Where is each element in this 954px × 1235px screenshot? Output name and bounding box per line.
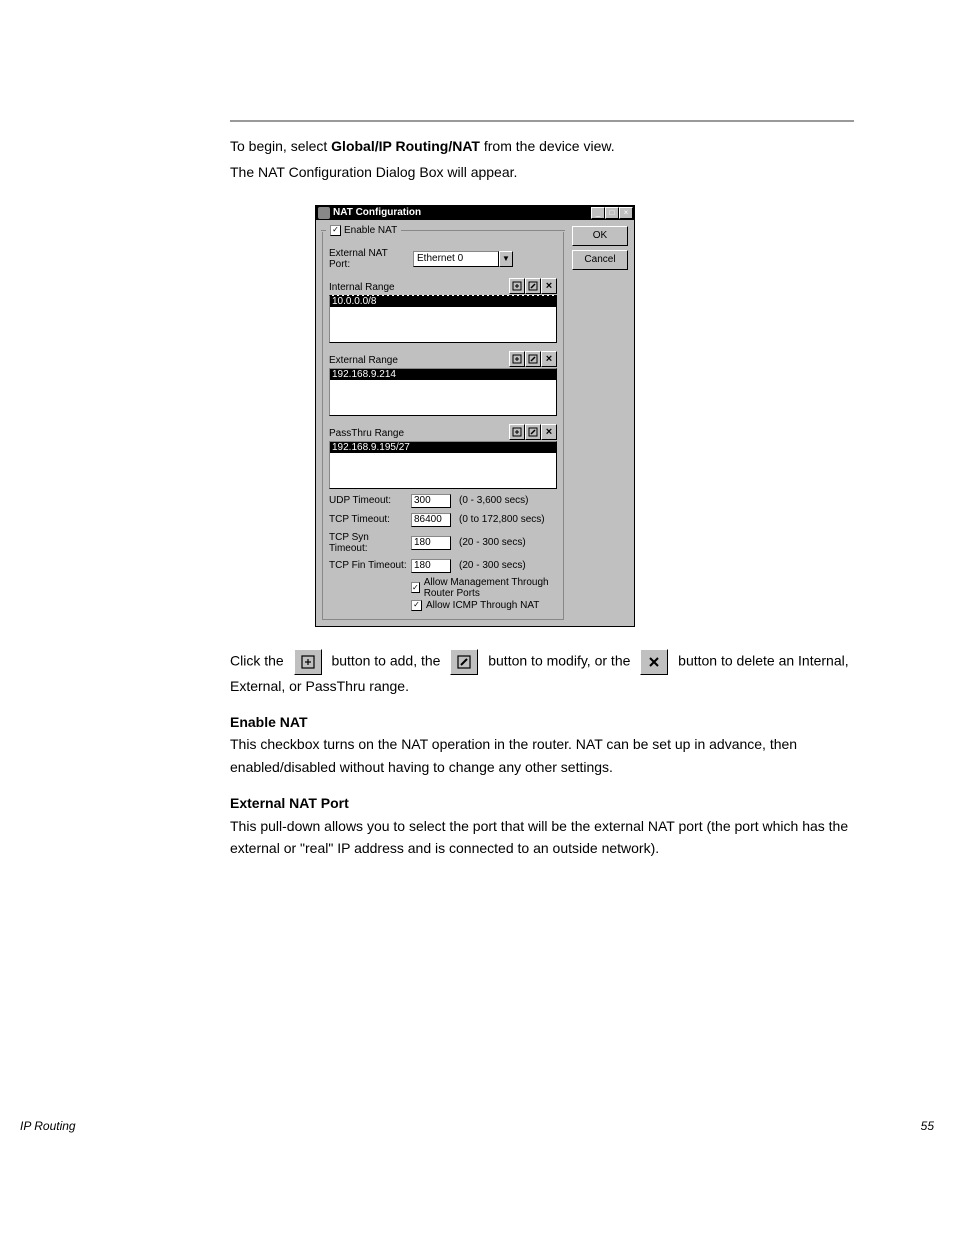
internal-add-button[interactable]	[509, 278, 525, 294]
tcp-syn-timeout-input[interactable]	[411, 536, 451, 550]
tcp-fin-timeout-input[interactable]	[411, 559, 451, 573]
passthru-range-list[interactable]: 192.168.9.195/27	[329, 441, 557, 489]
external-port-select[interactable]: Ethernet 0 ▼	[413, 251, 513, 267]
tcp-timeout-input[interactable]	[411, 513, 451, 527]
udp-timeout-input[interactable]	[411, 494, 451, 508]
intro-prefix: To begin, select	[230, 138, 331, 154]
external-port-label: External NAT Port:	[329, 248, 409, 270]
footer-section: IP Routing	[20, 1119, 76, 1133]
passthru-delete-button[interactable]: ×	[541, 424, 557, 440]
maximize-icon[interactable]: □	[605, 207, 619, 219]
modify-icon	[450, 649, 478, 675]
allow-icmp-checkbox[interactable]: ✓	[411, 600, 422, 611]
ok-button[interactable]: OK	[572, 226, 628, 246]
dialog-titlebar: NAT Configuration _ □ ×	[316, 206, 634, 220]
external-port-paragraph: External NAT Port This pull-down allows …	[230, 792, 854, 859]
external-range-label: External Range	[329, 355, 509, 367]
intro-menu-path: Global/IP Routing/NAT	[331, 138, 480, 154]
cancel-button[interactable]: Cancel	[572, 250, 628, 270]
tcp-fin-timeout-hint: (20 - 300 secs)	[459, 560, 526, 571]
allow-mgmt-checkbox[interactable]: ✓	[411, 582, 420, 593]
udp-timeout-label: UDP Timeout:	[329, 495, 407, 506]
footer-page-number: 55	[921, 1119, 934, 1133]
allow-mgmt-label: Allow Management Through Router Ports	[424, 577, 557, 599]
internal-modify-button[interactable]	[525, 278, 541, 294]
chevron-down-icon[interactable]: ▼	[499, 251, 513, 267]
udp-timeout-hint: (0 - 3,600 secs)	[459, 495, 528, 506]
passthru-modify-button[interactable]	[525, 424, 541, 440]
intro-line2: The NAT Configuration Dialog Box will ap…	[230, 162, 854, 182]
minimize-icon[interactable]: _	[591, 207, 605, 219]
tcp-timeout-hint: (0 to 172,800 secs)	[459, 514, 545, 525]
tcp-fin-timeout-label: TCP Fin Timeout:	[329, 560, 407, 571]
list-item[interactable]: 10.0.0.0/8	[330, 296, 556, 307]
allow-icmp-label: Allow ICMP Through NAT	[426, 600, 539, 611]
enable-nat-paragraph: Enable NAT This checkbox turns on the NA…	[230, 711, 854, 778]
intro-suffix: from the device view.	[480, 138, 615, 154]
dialog-title: NAT Configuration	[333, 207, 591, 218]
internal-range-label: Internal Range	[329, 282, 509, 294]
enable-nat-label: Enable NAT	[344, 225, 397, 236]
external-range-list[interactable]: 192.168.9.214	[329, 368, 557, 416]
nat-config-dialog: NAT Configuration _ □ × ✓ Enable NAT	[315, 205, 635, 627]
passthru-range-label: PassThru Range	[329, 428, 509, 440]
internal-delete-button[interactable]: ×	[541, 278, 557, 294]
buttons-description: Click the button to add, the button to m…	[230, 649, 854, 697]
internal-range-list[interactable]: 10.0.0.0/8	[329, 295, 557, 343]
list-item[interactable]: 192.168.9.214	[330, 369, 556, 380]
delete-icon	[640, 649, 668, 675]
tcp-timeout-label: TCP Timeout:	[329, 514, 407, 525]
add-icon	[294, 649, 322, 675]
tcp-syn-timeout-hint: (20 - 300 secs)	[459, 537, 526, 548]
external-modify-button[interactable]	[525, 351, 541, 367]
list-item[interactable]: 192.168.9.195/27	[330, 442, 556, 453]
passthru-add-button[interactable]	[509, 424, 525, 440]
enable-nat-checkbox[interactable]: ✓	[330, 225, 341, 236]
close-icon[interactable]: ×	[619, 207, 633, 219]
tcp-syn-timeout-label: TCP Syn Timeout:	[329, 532, 407, 554]
system-icon	[318, 207, 330, 219]
external-delete-button[interactable]: ×	[541, 351, 557, 367]
external-port-value: Ethernet 0	[413, 251, 499, 267]
external-add-button[interactable]	[509, 351, 525, 367]
